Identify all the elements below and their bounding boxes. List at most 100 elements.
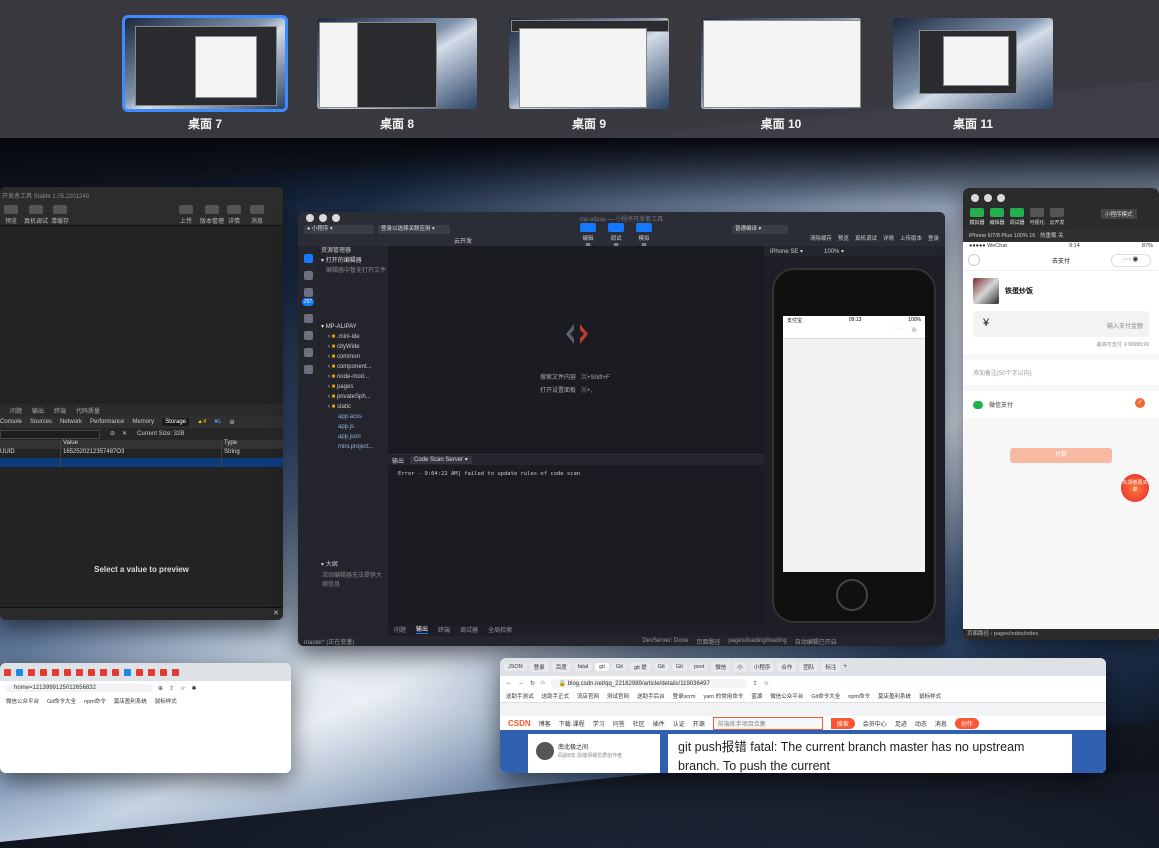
- url-field[interactable]: home=1213999125012656832: [6, 684, 152, 692]
- tab-output[interactable]: 输出: [32, 406, 44, 415]
- browser-tab[interactable]: post: [689, 663, 709, 671]
- tab-storage[interactable]: Storage: [162, 418, 190, 426]
- device-select[interactable]: iPhone 6/7/8 Plus 100% 16: [969, 233, 1035, 239]
- nav-link[interactable]: 社区: [633, 719, 645, 728]
- nav-link[interactable]: 插件: [653, 719, 665, 728]
- filter-input[interactable]: [0, 430, 100, 439]
- bookmark[interactable]: 送助手正式: [542, 692, 570, 700]
- bookmark[interactable]: 送助手后台: [637, 692, 665, 700]
- ide-window[interactable]: mp-alipay — 小程序开发者工具 ● 小程序 ▾ 登录以选择关联应用 ▾…: [298, 212, 945, 646]
- browser-window-csdn[interactable]: JSON 登录 百度 fatal git Git git 提 Git Git p…: [500, 658, 1106, 773]
- visual-toggle[interactable]: 可视化: [1029, 208, 1045, 226]
- git-icon[interactable]: [303, 288, 313, 297]
- browser-tab-active[interactable]: git: [595, 663, 609, 671]
- folder-item[interactable]: › ■ privateSph...: [318, 392, 388, 402]
- minimize-dot[interactable]: [984, 194, 992, 202]
- tab-console[interactable]: Console: [0, 419, 22, 425]
- nav-link[interactable]: 下载·课程: [559, 719, 585, 728]
- editor-toggle[interactable]: 编辑器: [989, 208, 1005, 226]
- folder-item[interactable]: › ■ cityWide: [318, 342, 388, 352]
- file-item[interactable]: app.js: [318, 422, 388, 432]
- nav-link[interactable]: 学习: [593, 719, 605, 728]
- tab-memory[interactable]: Memory: [132, 419, 154, 425]
- output-channel-select[interactable]: Code Scan Server ▾: [410, 456, 472, 464]
- capsule-menu[interactable]: ··· ◉: [1111, 254, 1151, 267]
- tab-terminal[interactable]: 终端: [54, 406, 66, 415]
- wechat-devtools-window[interactable]: 模拟器 编辑器 调试器 可视化 云开发 小程序模式 iPhone 6/7/8 P…: [963, 188, 1159, 640]
- tab-problems[interactable]: 问题: [10, 406, 22, 415]
- puzzle-icon[interactable]: ✱: [191, 685, 196, 692]
- bookmark[interactable]: 测试官网: [607, 692, 629, 700]
- bookmark[interactable]: 鼠标样式: [155, 697, 177, 705]
- upload-button[interactable]: 上传版本: [900, 234, 922, 242]
- pay-button[interactable]: 付款: [1010, 448, 1112, 463]
- back-icon[interactable]: ←: [506, 680, 512, 686]
- open-editors-section[interactable]: ▾ 打开的编辑器: [318, 256, 388, 266]
- tab-global-search[interactable]: 全局检索: [488, 625, 512, 634]
- page-content[interactable]: [0, 707, 291, 773]
- bookmark[interactable]: 莫店盈利系统: [878, 692, 911, 700]
- search-icon[interactable]: [303, 271, 313, 280]
- file-item[interactable]: app.json: [318, 432, 388, 442]
- home-button[interactable]: [836, 579, 868, 611]
- file-item[interactable]: mini.project...: [318, 442, 388, 452]
- space-8[interactable]: 桌面 8: [317, 18, 477, 132]
- space-9[interactable]: 桌面 9: [509, 18, 669, 132]
- star-icon[interactable]: ☆: [764, 680, 769, 687]
- close-icon[interactable]: ⊗: [911, 326, 917, 334]
- search-input[interactable]: 前端练手项目合集: [712, 716, 823, 730]
- zoom-select[interactable]: 100% ▾: [824, 248, 844, 255]
- editor-area[interactable]: 搜索文件内容 ⌘+Shift+F 打开设置面板 ⌘+,: [388, 246, 764, 454]
- folder-item[interactable]: › ■ .mini-ide: [318, 332, 388, 342]
- browser-tab[interactable]: Git: [653, 663, 669, 671]
- git-branch[interactable]: master* (正在变基): [304, 637, 354, 646]
- login-button[interactable]: 登录: [928, 234, 939, 242]
- bookmark[interactable]: 送助手测试: [506, 692, 534, 700]
- tab-performance[interactable]: Performance: [90, 419, 124, 425]
- bookmark[interactable]: Git命令大全: [47, 697, 76, 705]
- files-icon[interactable]: [303, 254, 313, 263]
- new-tab-icon[interactable]: +: [843, 664, 847, 670]
- share-icon[interactable]: ⇪: [753, 680, 758, 687]
- refresh-icon[interactable]: ⊘: [110, 430, 115, 437]
- bookmark[interactable]: npm命令: [848, 692, 870, 700]
- browser-tab[interactable]: 小: [733, 662, 747, 672]
- star-icon[interactable]: ☆: [180, 685, 185, 692]
- bookmark[interactable]: 蓝湖: [751, 692, 762, 700]
- clear-cache-button[interactable]: 清除缓存: [810, 234, 832, 242]
- browser-tab[interactable]: Git: [611, 663, 627, 671]
- tab-problems[interactable]: 问题: [394, 625, 406, 634]
- tab-network[interactable]: Network: [60, 419, 82, 425]
- reload-icon[interactable]: ↻: [530, 680, 535, 687]
- author-name[interactable]: 南北极之间: [558, 742, 588, 751]
- tab-code-quality[interactable]: 代码质量: [76, 406, 100, 415]
- csdn-logo[interactable]: CSDN: [508, 719, 531, 728]
- extensions-icon[interactable]: [303, 314, 313, 323]
- cloud-toggle[interactable]: 云开发: [1049, 208, 1065, 226]
- author-avatar[interactable]: [536, 742, 554, 760]
- login-select[interactable]: 登录以选择关联应用 ▾: [378, 225, 450, 234]
- preview-button[interactable]: 预览: [838, 234, 849, 242]
- zoom-dot[interactable]: [997, 194, 1005, 202]
- promo-badge[interactable]: 先领券再买单: [1121, 474, 1149, 502]
- share-icon[interactable]: ⇪: [169, 685, 174, 692]
- tab-sources[interactable]: Sources: [30, 419, 52, 425]
- user-link[interactable]: 足迹: [895, 719, 907, 728]
- space-11[interactable]: 桌面 11: [893, 18, 1053, 132]
- bookmark[interactable]: 微信公众平台: [6, 697, 39, 705]
- url-field[interactable]: 🔒 blog.csdn.net/qq_22182989/article/deta…: [550, 678, 747, 688]
- close-icon[interactable]: ✕: [273, 609, 279, 617]
- mode-select[interactable]: 小程序模式: [1101, 209, 1137, 219]
- browser-tab[interactable]: git 提: [629, 662, 651, 672]
- project-select[interactable]: ● 小程序 ▾: [304, 225, 374, 234]
- home-icon[interactable]: ⌂: [541, 680, 545, 686]
- folder-item[interactable]: › ■ common: [318, 352, 388, 362]
- tab-terminal[interactable]: 终端: [438, 625, 450, 634]
- more-icon[interactable]: ···: [894, 325, 901, 332]
- browser-tab[interactable]: 合作: [777, 662, 797, 672]
- browser-tab[interactable]: JSON: [504, 663, 527, 671]
- remote-debug-button[interactable]: 真机调试: [24, 205, 48, 225]
- scan-icon[interactable]: [303, 365, 313, 374]
- browser-window-left[interactable]: home=1213999125012656832 ⊕ ⇪ ☆ ✱ 微信公众平台 …: [0, 663, 291, 773]
- zoom-icon[interactable]: ⊕: [158, 685, 163, 692]
